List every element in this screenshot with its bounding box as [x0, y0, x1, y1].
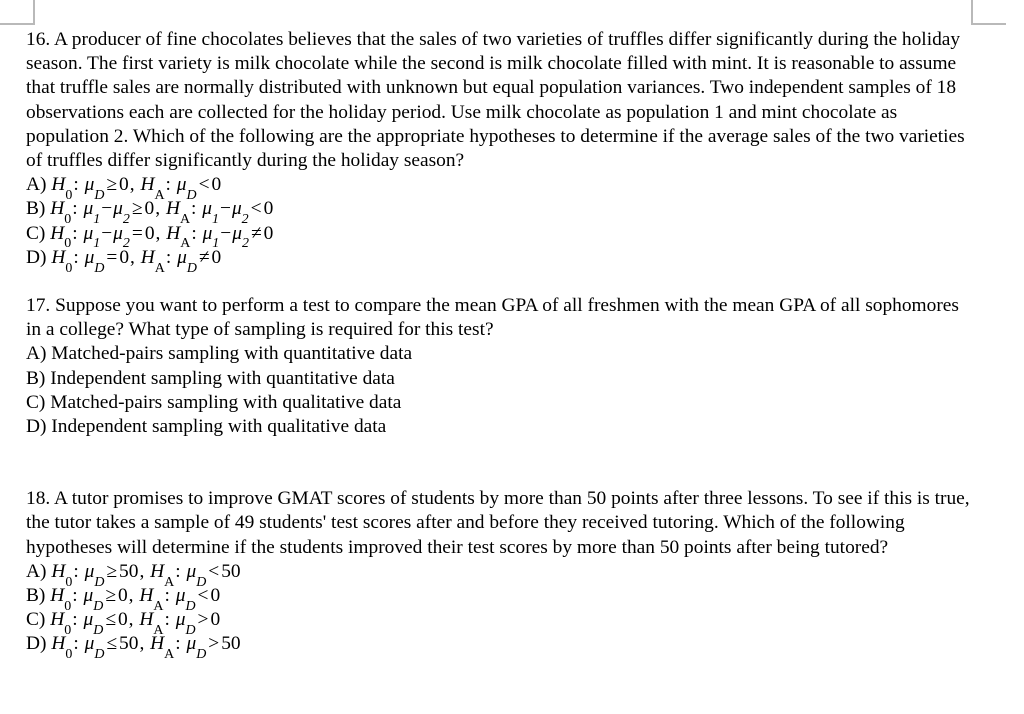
answer-choice-18-a[interactable]: A) H0: μD≥ 50, HA: μD< 50 [26, 560, 972, 590]
document-body: 16. A producer of fine chocolates believ… [26, 28, 972, 663]
hypothesis-expression: H0: μD≤ 50, HA: μD> 50 [51, 633, 241, 663]
answer-choices-16: A) H0: μD≥ 0, HA: μD< 0 B) H0: μ1−μ2≥ 0, HA… [26, 173, 972, 276]
page-corner-mark-left [0, 0, 35, 25]
answer-choice-17-b[interactable]: B) Independent sampling with quantitativ… [26, 367, 972, 391]
question-spacer [26, 439, 972, 487]
hypothesis-expression: H0: μ1−μ2= 0, HA: μ1−μ2≠ 0 [50, 222, 274, 252]
answer-choice-17-c[interactable]: C) Matched-pairs sampling with qualitati… [26, 391, 972, 415]
hypothesis-expression: H0: μD≥ 0, HA: μD< 0 [50, 585, 221, 614]
answer-choice-16-d[interactable]: D) H0: μD= 0, HA: μD≠ 0 [26, 246, 972, 276]
answer-choice-16-b[interactable]: B) H0: μ1−μ2≥ 0, HA: μ1−μ2< 0 [26, 197, 972, 226]
page-corner-mark-right [971, 0, 1006, 25]
question-spacer [26, 270, 972, 294]
answer-choice-17-a[interactable]: A) Matched-pairs sampling with quantitat… [26, 342, 972, 366]
question-stem-18: 18. A tutor promises to improve GMAT sco… [26, 488, 970, 558]
question-block-18: 18. A tutor promises to improve GMAT sco… [26, 487, 972, 663]
hypothesis-expression: H0: μD≥ 0, HA: μD< 0 [51, 174, 222, 203]
answer-choices-17: A) Matched-pairs sampling with quantitat… [26, 342, 972, 439]
choice-label: C) [26, 222, 46, 244]
choice-label: B) [26, 198, 46, 220]
hypothesis-expression: H0: μD≥ 50, HA: μD< 50 [51, 560, 241, 590]
choice-label: B) [26, 585, 46, 607]
choice-label: C) [26, 609, 46, 631]
choice-label: D) [26, 246, 47, 268]
answer-choice-17-d[interactable]: D) Independent sampling with qualitative… [26, 415, 972, 439]
question-stem-16: 16. A producer of fine chocolates believ… [26, 29, 965, 172]
answer-choice-18-d[interactable]: D) H0: μD≤ 50, HA: μD> 50 [26, 632, 972, 663]
answer-choice-16-a[interactable]: A) H0: μD≥ 0, HA: μD< 0 [26, 173, 972, 203]
answer-choice-18-c[interactable]: C) H0: μD≤ 0, HA: μD> 0 [26, 608, 972, 637]
question-stem-17: 17. Suppose you want to perform a test t… [26, 295, 959, 341]
answer-choice-16-c[interactable]: C) H0: μ1−μ2= 0, HA: μ1−μ2≠ 0 [26, 222, 972, 252]
answer-choices-18: A) H0: μD≥ 50, HA: μD< 50 B) H0: μD≥ 0, HA:… [26, 560, 972, 663]
choice-label: D) [26, 633, 47, 655]
choice-label: A) [26, 174, 47, 196]
choice-label: A) [26, 560, 47, 582]
question-block-17: 17. Suppose you want to perform a test t… [26, 294, 972, 439]
question-block-16: 16. A producer of fine chocolates believ… [26, 28, 972, 276]
hypothesis-expression: H0: μD= 0, HA: μD≠ 0 [51, 246, 222, 276]
